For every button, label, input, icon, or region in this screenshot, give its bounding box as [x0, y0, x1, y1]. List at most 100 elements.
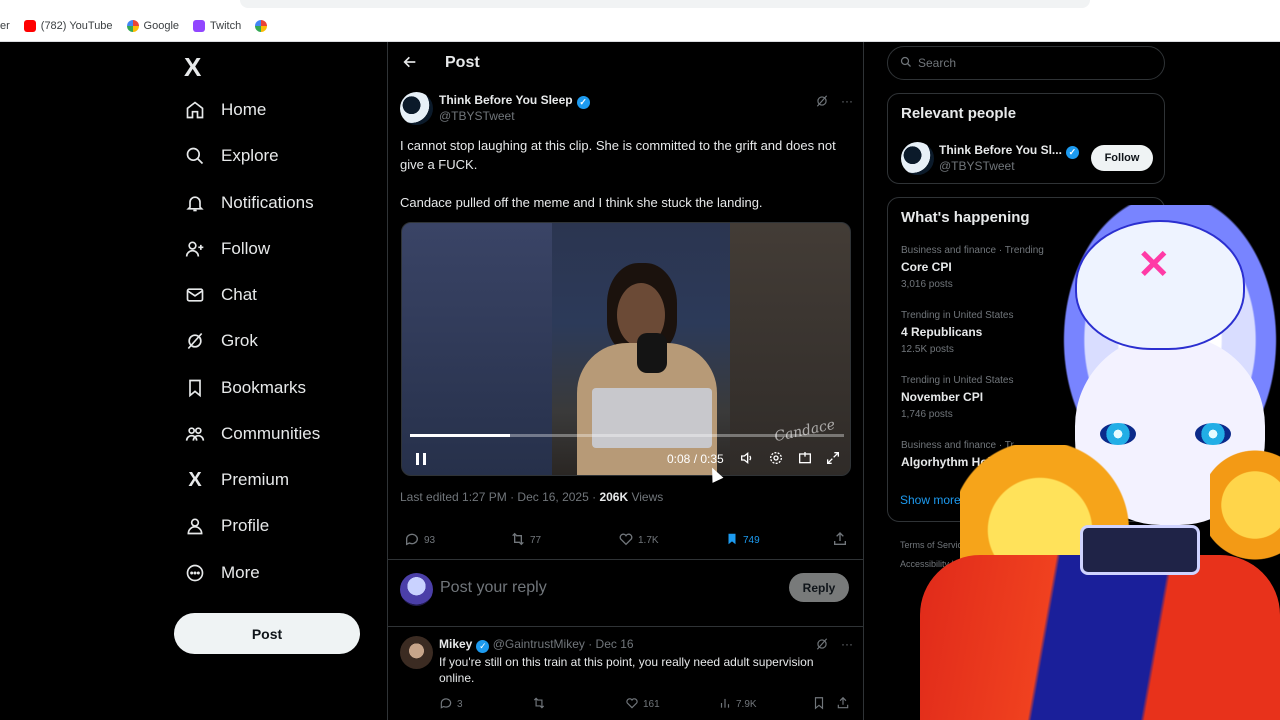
- twitch-icon: [193, 20, 206, 32]
- person-name[interactable]: Think Before You Sl... ✓: [939, 143, 1079, 159]
- share-button[interactable]: [836, 696, 854, 713]
- video-progress-fill: [410, 434, 510, 437]
- reply-button[interactable]: 3: [439, 696, 463, 713]
- sidebar-item-bookmarks[interactable]: Bookmarks: [184, 368, 306, 408]
- back-arrow-icon[interactable]: [402, 54, 418, 75]
- heart-icon: [625, 696, 643, 713]
- post-button[interactable]: Post: [174, 613, 360, 654]
- picture-in-picture-icon[interactable]: [797, 450, 813, 469]
- sidebar-item-notifications[interactable]: Notifications: [184, 183, 314, 223]
- bookmark-label: Twitch: [210, 20, 242, 32]
- grok-icon[interactable]: [815, 637, 829, 654]
- reply-button[interactable]: Reply: [789, 573, 849, 602]
- person-add-icon: [184, 238, 206, 260]
- person-name-text: Think Before You Sl...: [939, 143, 1062, 157]
- communities-icon: [184, 423, 206, 445]
- sidebar-item-profile[interactable]: Profile: [184, 506, 269, 546]
- sidebar-item-label: Profile: [221, 516, 270, 535]
- sidebar-item-more[interactable]: More: [184, 553, 260, 593]
- reply-top-actions: ···: [815, 637, 853, 654]
- reply-count: 3: [457, 699, 463, 710]
- video-background: [402, 223, 552, 475]
- sidebar-item-grok[interactable]: Grok: [184, 321, 258, 361]
- sidebar-item-chat[interactable]: Chat: [184, 275, 257, 315]
- reply-author-name[interactable]: Mikey: [439, 637, 472, 651]
- panel-title: Relevant people: [901, 105, 1017, 122]
- heart-icon: [618, 531, 638, 550]
- grok-icon[interactable]: [815, 94, 829, 111]
- bookmark-button[interactable]: 749: [725, 531, 760, 550]
- bell-icon: [184, 192, 206, 214]
- avatar[interactable]: [400, 92, 433, 125]
- tweet-top-actions: ···: [815, 94, 853, 111]
- fullscreen-icon[interactable]: [825, 450, 841, 469]
- like-button[interactable]: 1.7K: [618, 531, 659, 550]
- author-name[interactable]: Think Before You Sleep ✓: [439, 93, 590, 109]
- sidebar-item-home[interactable]: Home: [184, 90, 266, 130]
- google-icon: [255, 20, 268, 32]
- vtuber-avatar-overlay: ✕: [900, 195, 1280, 720]
- bookmark-button[interactable]: [812, 696, 830, 713]
- sidebar-item-communities[interactable]: Communities: [184, 414, 320, 454]
- x-logo[interactable]: X: [184, 52, 201, 83]
- sidebar-item-follow[interactable]: Follow: [184, 229, 270, 269]
- sidebar-item-explore[interactable]: Explore: [184, 136, 279, 176]
- sidebar-item-label: Notifications: [221, 193, 314, 212]
- more-options-icon[interactable]: ···: [841, 94, 853, 111]
- sidebar-item-premium[interactable]: X Premium: [184, 460, 289, 500]
- avatar: [400, 573, 433, 606]
- reply-icon: [439, 696, 457, 713]
- browser-chrome: x.com/TBYSTweet/status/20009302975394243…: [0, 0, 1280, 42]
- youtube-icon: [23, 20, 36, 32]
- repost-button[interactable]: 77: [510, 531, 541, 550]
- reply-count: 93: [424, 535, 436, 546]
- tweet-meta: Last edited 1:27 PM · Dec 16, 2025 · 206…: [400, 490, 663, 504]
- bookmark-partial[interactable]: er: [0, 20, 10, 32]
- like-button[interactable]: 161: [625, 696, 660, 713]
- bookmark-count: 749: [743, 535, 760, 546]
- settings-gear-icon[interactable]: [768, 450, 784, 469]
- sidebar-item-label: More: [221, 563, 260, 582]
- repost-count: 77: [530, 535, 542, 546]
- follow-button[interactable]: Follow: [1091, 145, 1153, 171]
- avatar[interactable]: [400, 636, 433, 669]
- reply-tweet[interactable]: Mikey ✓ @GaintrustMikey · Dec 16 ··· If y…: [388, 628, 864, 720]
- pause-icon[interactable]: [414, 451, 428, 470]
- share-button[interactable]: [832, 531, 852, 550]
- tweet-paragraph: Candace pulled off the meme and I think …: [400, 195, 763, 210]
- volume-icon[interactable]: [739, 450, 755, 469]
- bookmark-icon: [812, 696, 830, 713]
- mask-x-mark-icon: ✕: [1137, 243, 1171, 287]
- reply-composer: Reply: [388, 561, 864, 627]
- sidebar-item-label: Communities: [221, 424, 321, 443]
- reply-button[interactable]: 93: [404, 531, 435, 550]
- search-box[interactable]: [887, 46, 1165, 80]
- search-input[interactable]: [918, 56, 1148, 70]
- video-player[interactable]: Candace 0:08 / 0:35: [401, 222, 851, 476]
- avatar-collar-buckle: [1080, 525, 1200, 575]
- views-button[interactable]: 7.9K: [718, 696, 757, 713]
- author-handle[interactable]: @TBYSTweet: [439, 109, 515, 123]
- relevant-people-panel: Relevant people Think Before You Sl... ✓ …: [887, 93, 1165, 184]
- bookmark-google-2[interactable]: [255, 20, 272, 32]
- sidebar-item-label: Home: [221, 100, 267, 119]
- person-handle[interactable]: @TBYSTweet: [939, 159, 1015, 173]
- tweet-timestamp: Last edited 1:27 PM · Dec 16, 2025 ·: [400, 490, 600, 504]
- tweet-text: I cannot stop laughing at this clip. She…: [400, 136, 858, 231]
- video-progress-bar[interactable]: [410, 434, 844, 437]
- more-options-icon[interactable]: ···: [841, 637, 853, 654]
- repost-icon: [532, 696, 550, 713]
- reply-input[interactable]: [440, 579, 770, 597]
- search-icon: [184, 145, 206, 167]
- sidebar-item-label: Premium: [221, 470, 290, 489]
- bookmark-youtube[interactable]: (782) YouTube: [23, 20, 113, 32]
- views-label: Views: [628, 490, 664, 504]
- bookmark-twitch[interactable]: Twitch: [193, 20, 241, 32]
- verified-badge-icon: ✓: [476, 640, 490, 653]
- tweet-paragraph: I cannot stop laughing at this clip. She…: [400, 138, 836, 172]
- avatar[interactable]: [901, 142, 934, 175]
- repost-button[interactable]: [532, 696, 550, 713]
- bookmark-google[interactable]: Google: [126, 20, 179, 32]
- address-bar[interactable]: x.com/TBYSTweet/status/20009302975394243…: [240, 0, 1090, 8]
- repost-icon: [510, 531, 530, 550]
